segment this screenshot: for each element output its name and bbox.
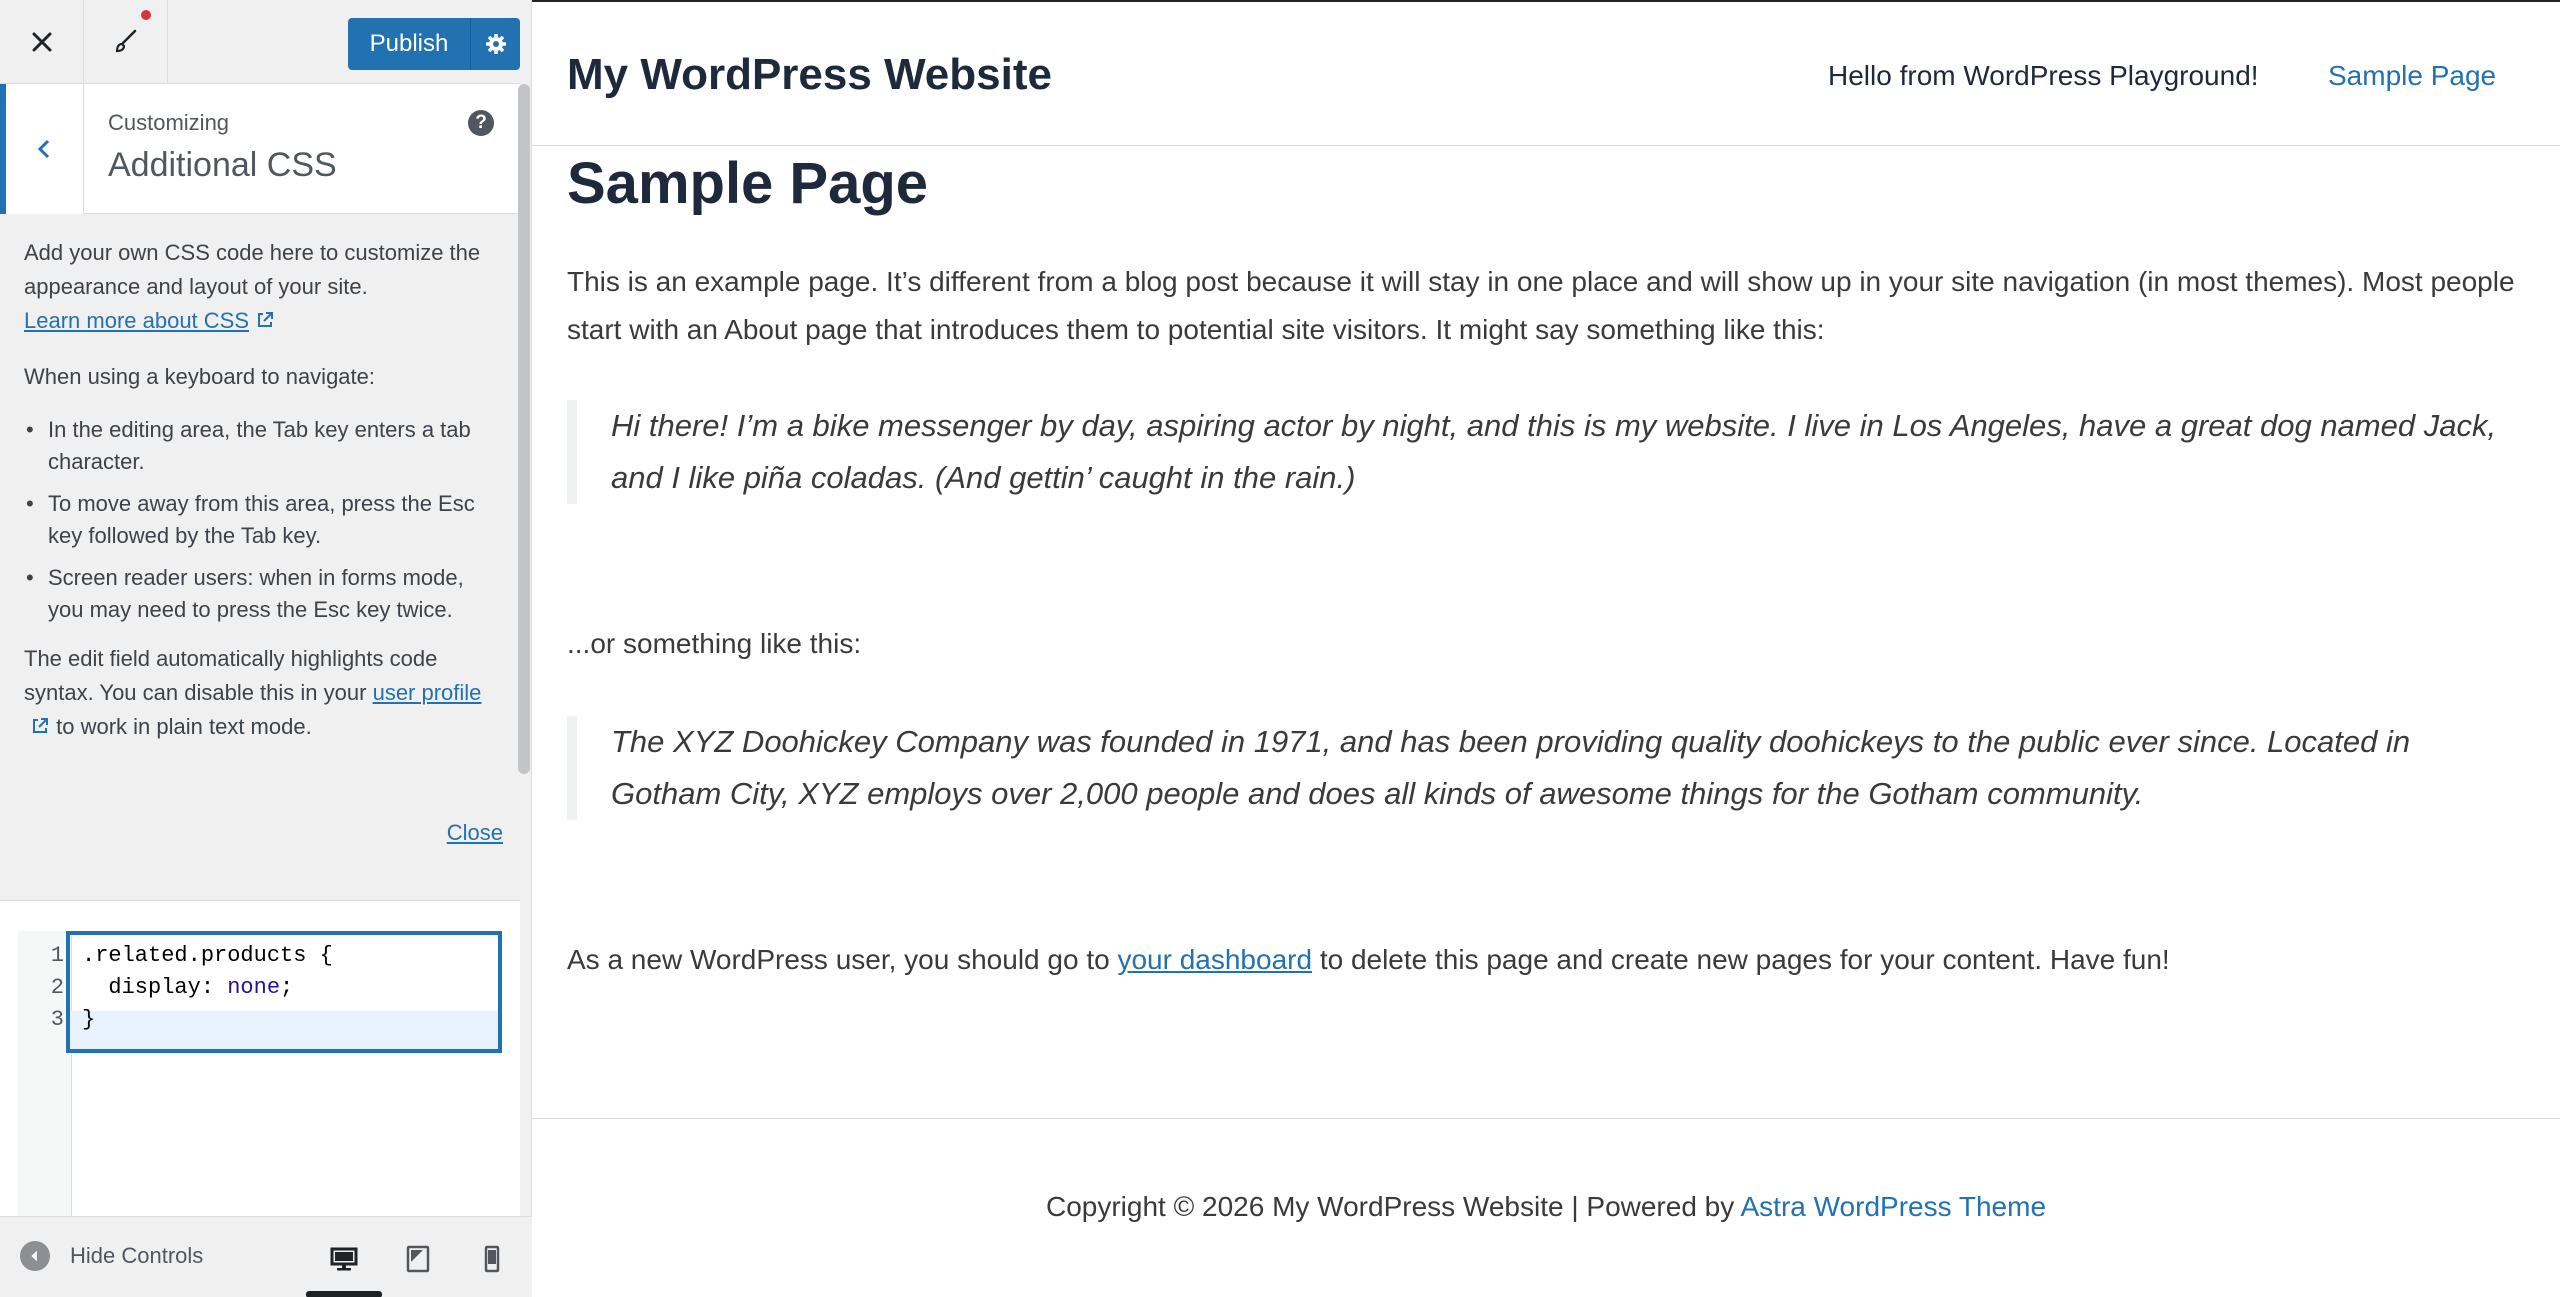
external-link-icon [258,312,274,327]
copyright-text: Copyright © 2026 My WordPress Website | … [532,1191,2560,1223]
learn-more-css-link[interactable]: Learn more about CSS [24,308,249,333]
hide-controls-label: Hide Controls [70,1243,204,1268]
close-icon [32,32,51,52]
mobile-preview-button[interactable] [472,1239,512,1279]
syntax-note-post: to work in plain text mode. [56,714,312,739]
intro-text: Add your own CSS code here to customize … [24,240,481,299]
quote-bike-messenger: Hi there! I’m a bike messenger by day, a… [567,400,2527,504]
section-title: Additional CSS [108,146,337,184]
dashboard-text-pre: As a new WordPress user, you should go t… [567,944,1110,975]
dashboard-link[interactable]: your dashboard [1117,944,1312,975]
intro-paragraph: This is an example page. It’s different … [567,266,2515,345]
keyboard-tips-list: In the editing area, the Tab key enters … [24,414,500,626]
site-footer: Copyright © 2026 My WordPress Website | … [532,1118,2560,1297]
help-button[interactable]: ? [468,110,494,136]
code-line-1: .related.products { [82,943,333,968]
code-line-2: display: none; [82,975,293,1000]
css-semicolon: ; [280,975,294,1000]
mobile-icon [484,1245,500,1273]
theme-customize-button[interactable] [84,0,168,84]
code-input-area[interactable]: .related.products { display: none; } [66,931,502,1053]
code-line-3: } [82,1007,96,1032]
or-paragraph: ...or something like this: [567,628,862,659]
section-header: Customizing Additional CSS ? [0,84,520,214]
user-profile-link[interactable]: user profile [373,680,482,705]
publish-settings-button[interactable] [470,18,520,70]
notification-dot [141,10,151,20]
nav-item-sample-page[interactable]: Sample Page [2328,60,2496,92]
close-description-link[interactable]: Close [447,820,503,846]
close-customizer-button[interactable] [0,0,84,84]
back-button[interactable] [0,84,84,214]
customizer-footer: Hide Controls [0,1216,532,1297]
customizer-sidebar: Publish Customizing Additional CSS ? Add… [0,0,532,1297]
page-title: Sample Page [567,151,929,216]
list-item: In the editing area, the Tab key enters … [24,414,500,478]
gear-icon [485,34,506,54]
publish-button[interactable]: Publish [348,18,470,70]
astra-theme-link[interactable]: Astra WordPress Theme [1741,1191,2047,1222]
customizing-label: Customizing [108,110,230,135]
line-number: 1 [50,943,64,968]
hide-controls-button[interactable]: Hide Controls [20,1241,203,1271]
site-preview: My WordPress Website Hello from WordPres… [532,0,2560,1297]
line-number: 3 [50,1007,64,1032]
paintbrush-icon [115,29,136,53]
list-item: To move away from this area, press the E… [24,488,500,552]
customizer-header-actions: Publish [0,0,520,84]
desktop-icon [330,1247,358,1271]
learn-more-css-label: Learn more about CSS [24,308,250,333]
site-title[interactable]: My WordPress Website [567,50,1052,100]
section-description: Add your own CSS code here to customize … [24,236,500,744]
line-number: 2 [50,975,64,1000]
desktop-preview-button[interactable] [324,1239,364,1279]
tablet-preview-button[interactable] [398,1239,438,1279]
chevron-left-icon [37,139,49,159]
copyright-pre: Copyright © 2026 My WordPress Website | … [1045,1191,1735,1222]
css-code-editor[interactable]: 1 2 3 .related.products { display: none;… [0,900,520,1217]
line-number-gutter [18,931,72,1217]
nav-item-hello[interactable]: Hello from WordPress Playground! [1828,60,2259,92]
active-line-highlight [70,1011,498,1049]
tablet-icon [406,1245,430,1273]
site-header: My WordPress Website Hello from WordPres… [532,2,2560,146]
dashboard-paragraph: As a new WordPress user, you should go t… [567,936,2527,984]
sidebar-scrollbar[interactable] [518,84,530,774]
quote-doohickey: The XYZ Doohickey Company was founded in… [567,716,2527,820]
publish-group: Publish [348,18,520,70]
external-link-icon [33,718,48,733]
css-property: display: [82,975,228,1000]
collapse-arrow-icon [20,1241,50,1271]
css-value: none [227,975,281,1000]
list-item: Screen reader users: when in forms mode,… [24,562,500,626]
dashboard-text-post: to delete this page and create new pages… [1319,944,2170,975]
keyboard-intro: When using a keyboard to navigate: [24,364,376,389]
description-intro: Add your own CSS code here to customize … [24,236,500,338]
active-device-indicator [306,1291,382,1297]
syntax-note: The edit field automatically highlights … [24,642,500,744]
